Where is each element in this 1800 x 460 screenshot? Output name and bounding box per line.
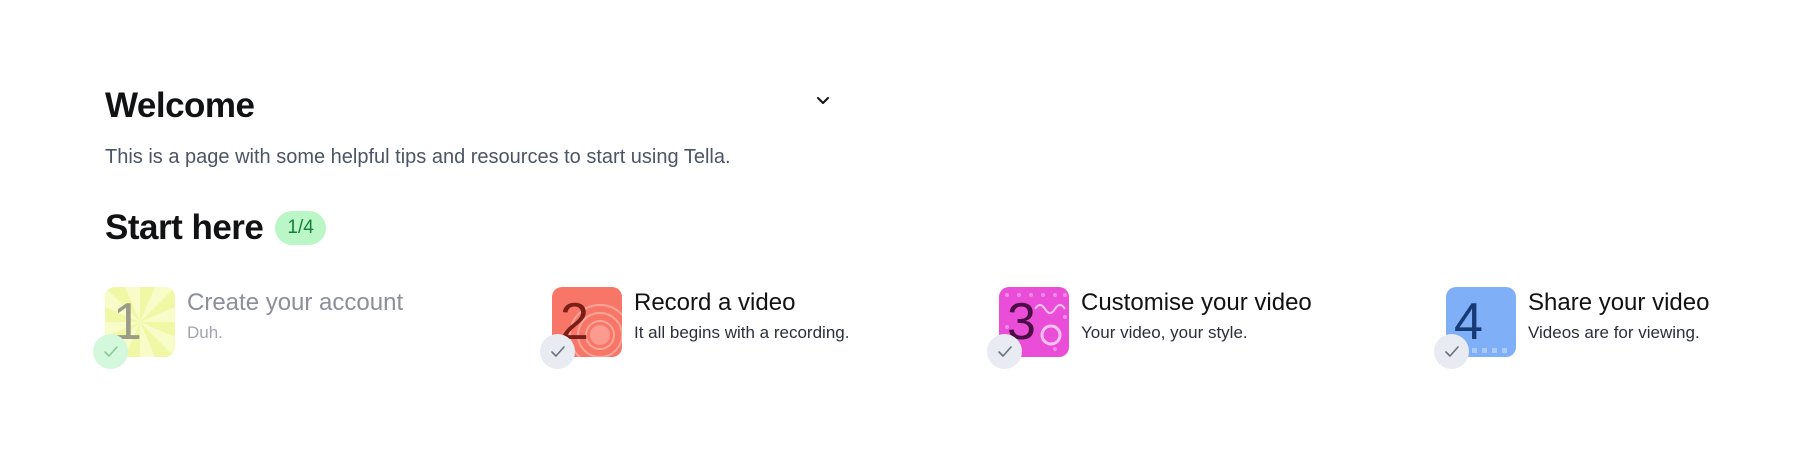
check-icon <box>93 334 128 369</box>
step-create-account[interactable]: 1 Create your account Duh. <box>93 287 515 369</box>
step-record-video[interactable]: 2 Record a video It all begins with a re… <box>540 287 962 369</box>
step-description: Duh. <box>187 323 223 342</box>
step-share-video[interactable]: 4 Share your video Videos are for viewin… <box>1434 287 1800 369</box>
section-title: Start here <box>105 208 264 247</box>
chevron-down-icon[interactable] <box>816 96 830 106</box>
step-title: Share your video <box>1528 289 1710 316</box>
step-customise-video[interactable]: 3 Customise your video Your video, your … <box>987 287 1409 369</box>
start-here-header: Start here 1/4 <box>105 206 326 250</box>
step-title: Customise your video <box>1081 289 1312 316</box>
check-icon <box>1434 334 1469 369</box>
step-title: Create your account <box>187 289 404 316</box>
step-description: Videos are for viewing. <box>1528 323 1700 342</box>
page-subtitle: This is a page with some helpful tips an… <box>105 146 731 168</box>
check-icon <box>540 334 575 369</box>
step-description: Your video, your style. <box>1081 323 1248 342</box>
step-description: It all begins with a recording. <box>634 323 850 342</box>
check-icon <box>987 334 1022 369</box>
step-title: Record a video <box>634 289 796 316</box>
collapse-toggle[interactable] <box>812 90 834 112</box>
page-title: Welcome <box>105 86 255 125</box>
progress-badge: 1/4 <box>275 211 326 245</box>
